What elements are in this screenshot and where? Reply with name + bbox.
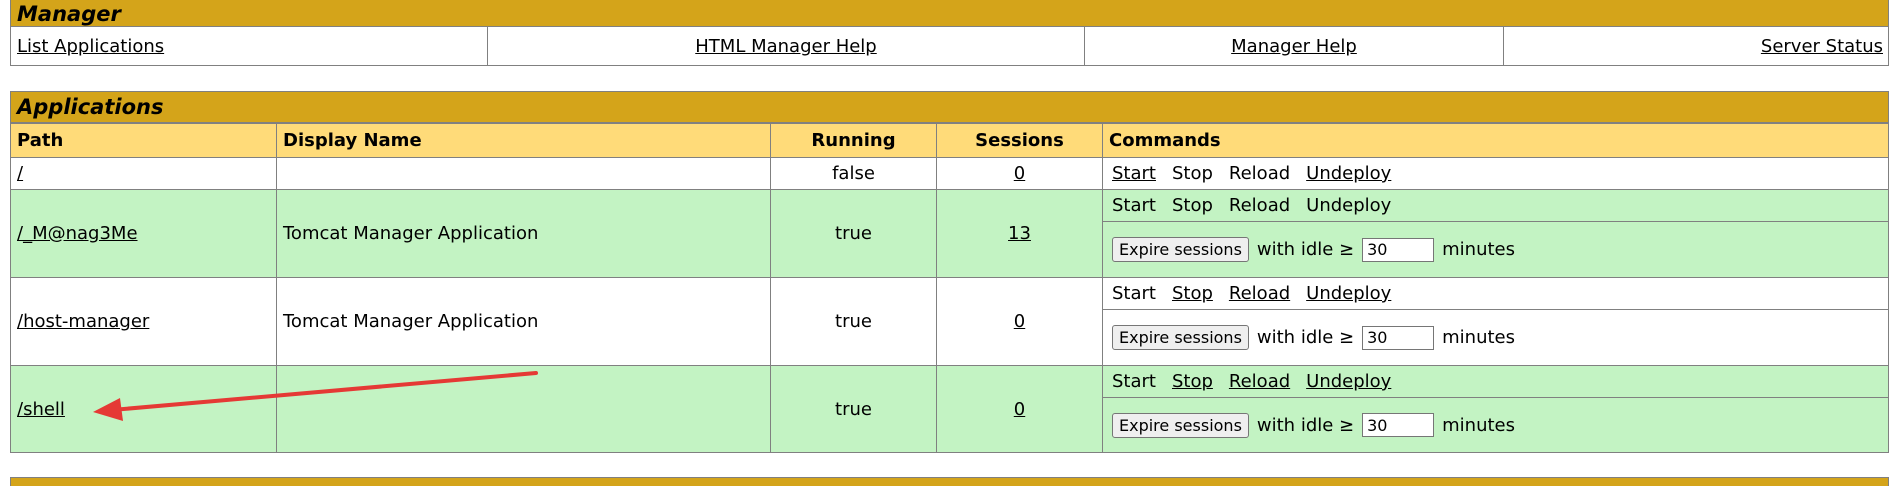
annotation-arrow-icon — [93, 371, 538, 421]
